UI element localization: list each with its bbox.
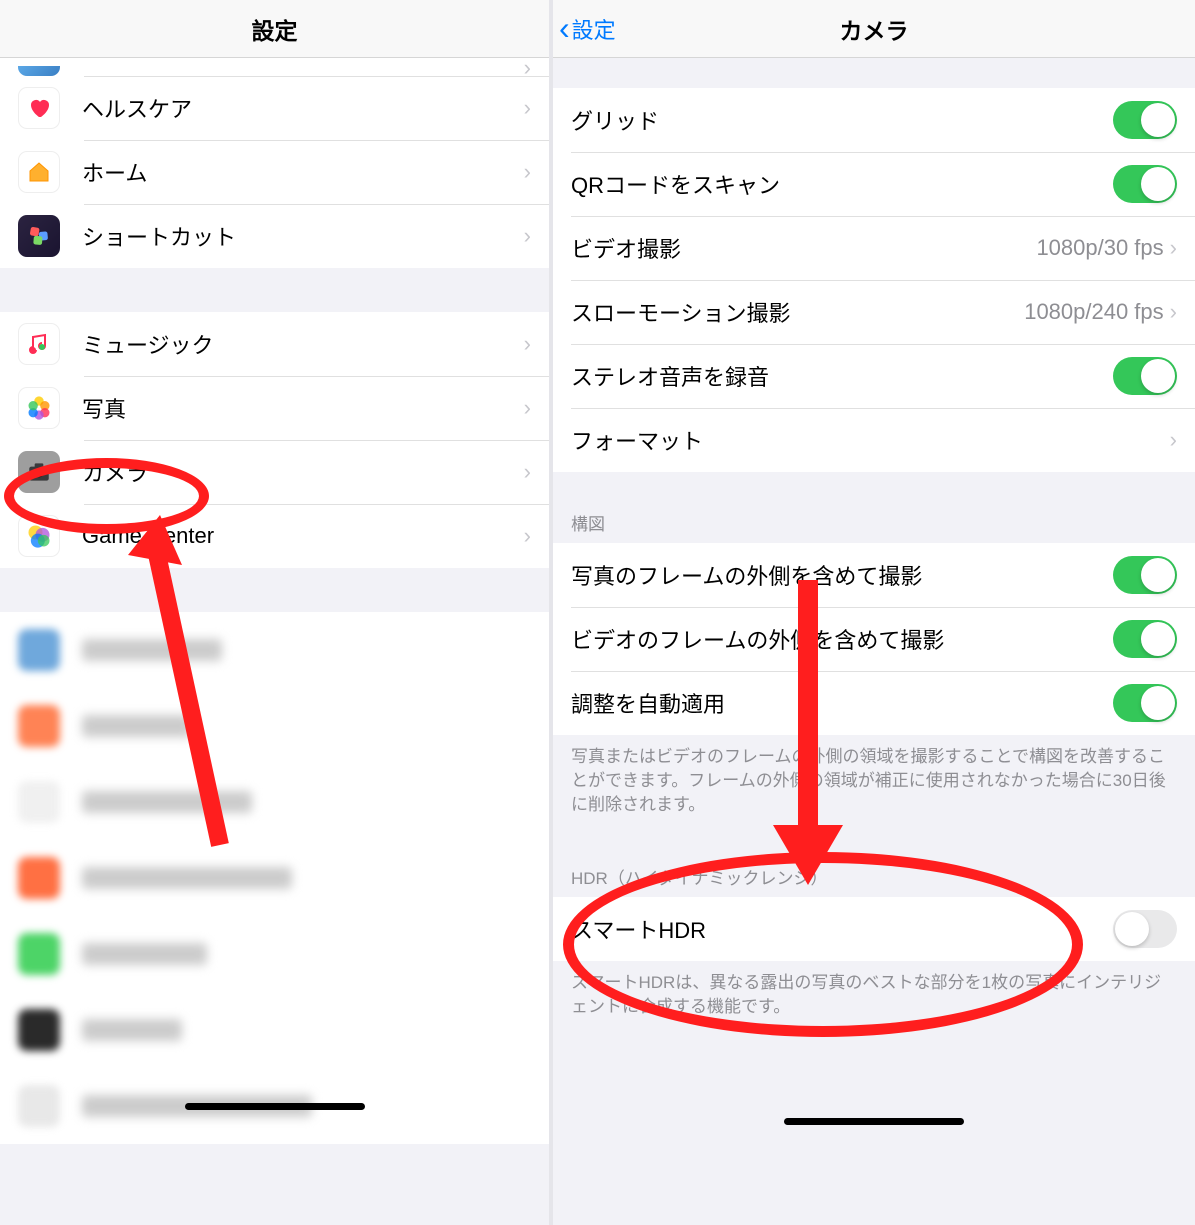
- back-button[interactable]: ‹ 設定: [559, 0, 616, 57]
- chevron-left-icon: ‹: [559, 10, 570, 47]
- row-label: Game Center: [82, 523, 524, 549]
- row-smart-hdr[interactable]: スマートHDR: [553, 897, 1195, 961]
- row-label: フォーマット: [571, 424, 1170, 456]
- blurred-apps-group: [0, 612, 549, 1144]
- shortcuts-icon: [18, 215, 60, 257]
- chevron-right-icon: ›: [524, 395, 531, 421]
- row-camera[interactable]: カメラ ›: [0, 440, 549, 504]
- row-label: ショートカット: [82, 220, 524, 252]
- back-label: 設定: [572, 13, 616, 45]
- chevron-right-icon: ›: [524, 223, 531, 249]
- row-label: ビデオ撮影: [571, 232, 1036, 264]
- row-music[interactable]: ミュージック ›: [0, 312, 549, 376]
- row-video[interactable]: ビデオ撮影 1080p/30 fps ›: [553, 216, 1195, 280]
- gamecenter-icon: [18, 515, 60, 557]
- row-home[interactable]: ホーム ›: [0, 140, 549, 204]
- home-icon: [18, 151, 60, 193]
- blurred-row: [0, 688, 549, 764]
- row-label: ヘルスケア: [82, 92, 524, 124]
- chevron-right-icon: ›: [524, 95, 531, 121]
- header: 設定: [0, 0, 549, 58]
- row-photos[interactable]: 写真 ›: [0, 376, 549, 440]
- home-indicator[interactable]: [185, 1103, 365, 1110]
- toggle-switch[interactable]: [1113, 684, 1177, 722]
- row-slomo[interactable]: スローモーション撮影 1080p/240 fps ›: [553, 280, 1195, 344]
- row-label: グリッド: [571, 104, 1113, 136]
- health-icon: [18, 87, 60, 129]
- section-footer-composition: 写真またはビデオのフレームの外側の領域を撮影することで構図を改善することができま…: [553, 735, 1195, 826]
- home-indicator[interactable]: [784, 1118, 964, 1125]
- blurred-row: [0, 840, 549, 916]
- toggle-switch[interactable]: [1113, 357, 1177, 395]
- row-label: ステレオ音声を録音: [571, 360, 1113, 392]
- safari-icon: [18, 66, 60, 76]
- chevron-right-icon: ›: [1170, 299, 1177, 325]
- settings-group-2: ミュージック › 写真 ›: [0, 312, 549, 568]
- camera-section-hdr: スマートHDR: [553, 897, 1195, 961]
- section-header-hdr: HDR（ハイダイナミックレンジ）: [553, 856, 1195, 897]
- row-label: スマートHDR: [571, 913, 1113, 945]
- blurred-row: [0, 916, 549, 992]
- row-photo-outside[interactable]: 写真のフレームの外側を含めて撮影: [553, 543, 1195, 607]
- chevron-right-icon: ›: [1170, 235, 1177, 261]
- chevron-right-icon: ›: [1170, 427, 1177, 453]
- blurred-row: [0, 612, 549, 688]
- camera-section-1: グリッド QRコードをスキャン ビデオ撮影 1080p/30 fps › スロー…: [553, 88, 1195, 472]
- music-icon: [18, 323, 60, 365]
- toggle-switch[interactable]: [1113, 556, 1177, 594]
- row-grid[interactable]: グリッド: [553, 88, 1195, 152]
- row-health[interactable]: ヘルスケア ›: [0, 76, 549, 140]
- blurred-row: [0, 764, 549, 840]
- row-label: カメラ: [82, 456, 524, 488]
- photos-icon: [18, 387, 60, 429]
- row-label: 写真のフレームの外側を含めて撮影: [571, 559, 1113, 591]
- section-header-composition: 構図: [553, 502, 1195, 543]
- header-title: 設定: [252, 12, 298, 46]
- chevron-right-icon: ›: [524, 459, 531, 485]
- row-label: ホーム: [82, 156, 524, 188]
- toggle-switch[interactable]: [1113, 910, 1177, 948]
- row-value: 1080p/30 fps: [1036, 235, 1163, 261]
- row-format[interactable]: フォーマット ›: [553, 408, 1195, 472]
- camera-icon: [18, 451, 60, 493]
- settings-main-screen: 設定 › ヘルスケア › ホーム ›: [0, 0, 553, 1225]
- toggle-switch[interactable]: [1113, 101, 1177, 139]
- row-auto-adjust[interactable]: 調整を自動適用: [553, 671, 1195, 735]
- section-footer-hdr: スマートHDRは、異なる露出の写真のベストな部分を1枚の写真にインテリジェントに…: [553, 961, 1195, 1029]
- row-gamecenter[interactable]: Game Center ›: [0, 504, 549, 568]
- toggle-switch[interactable]: [1113, 620, 1177, 658]
- camera-settings-screen: ‹ 設定 カメラ グリッド QRコードをスキャン ビデオ撮影 1080p/30 …: [553, 0, 1195, 1225]
- row-label: スローモーション撮影: [571, 296, 1024, 328]
- row-label: 写真: [82, 392, 524, 424]
- row-label: 調整を自動適用: [571, 687, 1113, 719]
- partial-prev-row: ›: [0, 58, 549, 76]
- row-label: QRコードをスキャン: [571, 168, 1113, 200]
- row-stereo[interactable]: ステレオ音声を録音: [553, 344, 1195, 408]
- toggle-switch[interactable]: [1113, 165, 1177, 203]
- row-qr[interactable]: QRコードをスキャン: [553, 152, 1195, 216]
- row-label: ミュージック: [82, 328, 524, 360]
- camera-section-composition: 写真のフレームの外側を含めて撮影 ビデオのフレームの外側を含めて撮影 調整を自動…: [553, 543, 1195, 735]
- header-title: カメラ: [840, 12, 909, 46]
- row-video-outside[interactable]: ビデオのフレームの外側を含めて撮影: [553, 607, 1195, 671]
- row-label: ビデオのフレームの外側を含めて撮影: [571, 623, 1113, 655]
- settings-group-1: ヘルスケア › ホーム › ショートカット ›: [0, 76, 549, 268]
- blurred-row: [0, 992, 549, 1068]
- row-shortcuts[interactable]: ショートカット ›: [0, 204, 549, 268]
- chevron-right-icon: ›: [524, 523, 531, 549]
- row-value: 1080p/240 fps: [1024, 299, 1163, 325]
- chevron-right-icon: ›: [524, 331, 531, 357]
- chevron-right-icon: ›: [524, 159, 531, 185]
- header: ‹ 設定 カメラ: [553, 0, 1195, 58]
